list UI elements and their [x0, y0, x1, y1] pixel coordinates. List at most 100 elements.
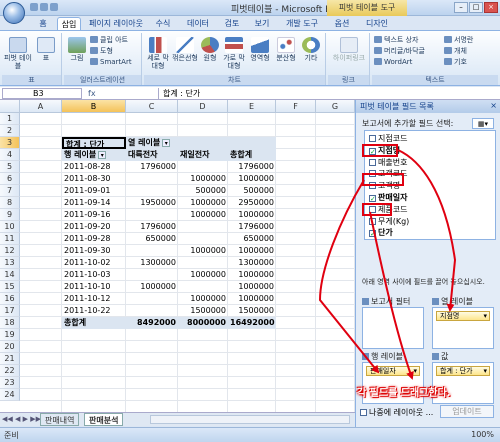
pie-chart-button[interactable]: 원형 [200, 37, 220, 62]
row-header[interactable]: 9 [0, 209, 20, 221]
tab-view[interactable]: 보기 [250, 17, 274, 30]
pivot-grand-total-label[interactable]: 총합계 [62, 317, 126, 329]
defer-layout-checkbox[interactable]: 나중에 레이아웃 ... [360, 407, 433, 418]
update-button[interactable]: 업데이트 [440, 405, 494, 418]
dropdown-arrow-icon[interactable]: ▾ [483, 367, 487, 376]
tab-data[interactable]: 데이터 [183, 17, 213, 30]
pivot-value-cell[interactable]: 2950000 [228, 197, 276, 209]
column-header[interactable]: B [62, 100, 126, 113]
tab-review[interactable]: 검토 [220, 17, 244, 30]
pivot-value-cell[interactable]: 1000000 [178, 245, 228, 257]
tab-options[interactable]: 옵션 [330, 17, 354, 30]
pivot-value-cell[interactable] [126, 269, 178, 281]
row-header[interactable]: 8 [0, 197, 20, 209]
save-icon[interactable] [30, 3, 38, 11]
quick-access-toolbar[interactable] [30, 3, 60, 13]
tab-developer[interactable]: 개발 도구 [282, 17, 322, 30]
pivot-table-button[interactable]: 피벗 테이블 [4, 37, 32, 70]
other-charts-button[interactable]: 기타 [300, 37, 322, 62]
formula-input[interactable]: 합계 : 단가 [158, 88, 348, 99]
pivot-column-field-header[interactable]: 대륙전자 [126, 149, 178, 161]
pivot-row-date[interactable]: 2011-10-12 [62, 293, 126, 305]
pivot-value-cell[interactable]: 500000 [178, 185, 228, 197]
pivot-value-cell[interactable]: 1796000 [126, 221, 178, 233]
pivot-row-date[interactable]: 2011-09-01 [62, 185, 126, 197]
row-header[interactable]: 17 [0, 305, 20, 317]
pivot-grand-total-cell[interactable]: 8492000 [126, 317, 178, 329]
line-chart-button[interactable]: 꺾은선형 [172, 37, 198, 62]
pivot-value-cell[interactable] [126, 173, 178, 185]
row-header[interactable]: 19 [0, 329, 20, 341]
name-box[interactable]: B3 [2, 88, 82, 99]
row-header[interactable]: 24 [0, 389, 20, 401]
pivot-value-cell[interactable]: 1000000 [228, 245, 276, 257]
select-all-corner[interactable] [0, 100, 20, 113]
dropdown-arrow-icon[interactable]: ▾ [413, 367, 417, 376]
checked-checkbox-icon[interactable]: ✓ [369, 230, 376, 238]
pivot-column-field-header[interactable]: 총합계 [228, 149, 276, 161]
pivot-value-cell[interactable]: 1000000 [228, 269, 276, 281]
pivot-value-cell[interactable] [126, 305, 178, 317]
field-item[interactable]: ✓ 판매일자 [369, 193, 407, 203]
fx-icon[interactable]: fx [88, 88, 148, 99]
pivot-value-cell[interactable]: 1000000 [228, 209, 276, 221]
pivot-value-cell[interactable] [126, 185, 178, 197]
tab-insert[interactable]: 삽입 [57, 17, 81, 30]
pivot-value-cell[interactable]: 1000000 [178, 209, 228, 221]
smartart-button[interactable]: SmartArt [90, 58, 132, 67]
pivot-value-cell[interactable] [178, 221, 228, 233]
pivot-value-cell[interactable] [126, 245, 178, 257]
pivot-row-label[interactable]: 행 레이블 ▾ [62, 149, 126, 161]
row-header[interactable]: 2 [0, 125, 20, 137]
pivot-row-date[interactable]: 2011-08-28 [62, 161, 126, 173]
pivot-value-header[interactable]: 합계 : 단가 [62, 137, 126, 149]
pivot-row-date[interactable]: 2011-10-10 [62, 281, 126, 293]
area-chart-button[interactable]: 영역형 [248, 37, 272, 62]
undo-icon[interactable] [40, 3, 48, 11]
pivot-row-date[interactable]: 2011-10-03 [62, 269, 126, 281]
pivot-value-cell[interactable] [178, 281, 228, 293]
field-item[interactable]: 무게(Kg) [369, 217, 409, 227]
pivot-value-cell[interactable] [178, 233, 228, 245]
field-item[interactable]: 지점코드 [369, 134, 407, 144]
worksheet-grid[interactable]: A B C D E F G 1 2 3 4 5 6 7 8 9 10 11 12 13 14 15 16 17 18 19 20 21… [0, 100, 355, 412]
clipart-button[interactable]: 클립 아트 [90, 36, 128, 45]
redo-icon[interactable] [50, 3, 58, 11]
column-header[interactable]: D [178, 100, 228, 113]
hyperlink-button[interactable]: 하이퍼링크 [332, 37, 366, 62]
row-header[interactable]: 1 [0, 113, 20, 125]
row-header[interactable]: 13 [0, 257, 20, 269]
pivot-row-date[interactable]: 2011-09-14 [62, 197, 126, 209]
checked-checkbox-icon[interactable]: ✓ [369, 195, 376, 203]
row-field-chip[interactable]: 판매일자 ▾ [366, 366, 420, 376]
pivot-value-cell[interactable]: 650000 [228, 233, 276, 245]
textbox-button[interactable]: 텍스트 상자 [374, 36, 418, 45]
scatter-chart-button[interactable]: 분산형 [274, 37, 298, 62]
value-field-chip[interactable]: 합계 : 단가 ▾ [436, 366, 490, 376]
row-header[interactable]: 23 [0, 377, 20, 389]
sheet-nav-arrows-icon[interactable]: ◀◀ ◀ ▶ ▶▶ [2, 415, 41, 423]
pivot-value-cell[interactable] [178, 257, 228, 269]
pivot-value-cell[interactable]: 1000000 [178, 293, 228, 305]
row-header[interactable]: 16 [0, 293, 20, 305]
table-button[interactable]: 표 [34, 37, 58, 62]
column-header[interactable]: G [316, 100, 355, 113]
close-icon[interactable]: × [490, 101, 497, 110]
row-header[interactable]: 10 [0, 221, 20, 233]
header-footer-button[interactable]: 머리글/바닥글 [374, 47, 425, 56]
horizontal-scrollbar[interactable] [150, 415, 350, 424]
row-header[interactable]: 6 [0, 173, 20, 185]
tab-formulas[interactable]: 수식 [151, 17, 175, 30]
checkbox-icon[interactable] [369, 158, 376, 166]
pivot-row-date[interactable]: 2011-10-02 [62, 257, 126, 269]
pivot-grand-total-cell[interactable]: 16492000 [228, 317, 276, 329]
pivot-column-field-header[interactable]: 재일전자 [178, 149, 228, 161]
pivot-value-cell[interactable]: 1000000 [178, 173, 228, 185]
pivot-value-cell[interactable]: 650000 [126, 233, 178, 245]
sheet-tab-sales-analysis[interactable]: 판매분석 [84, 413, 124, 426]
row-header[interactable]: 3 [0, 137, 20, 149]
pivot-value-cell[interactable]: 1500000 [228, 305, 276, 317]
field-item[interactable]: 매출번호 [369, 158, 407, 168]
column-header[interactable]: E [228, 100, 276, 113]
pivot-value-cell[interactable]: 1796000 [228, 161, 276, 173]
